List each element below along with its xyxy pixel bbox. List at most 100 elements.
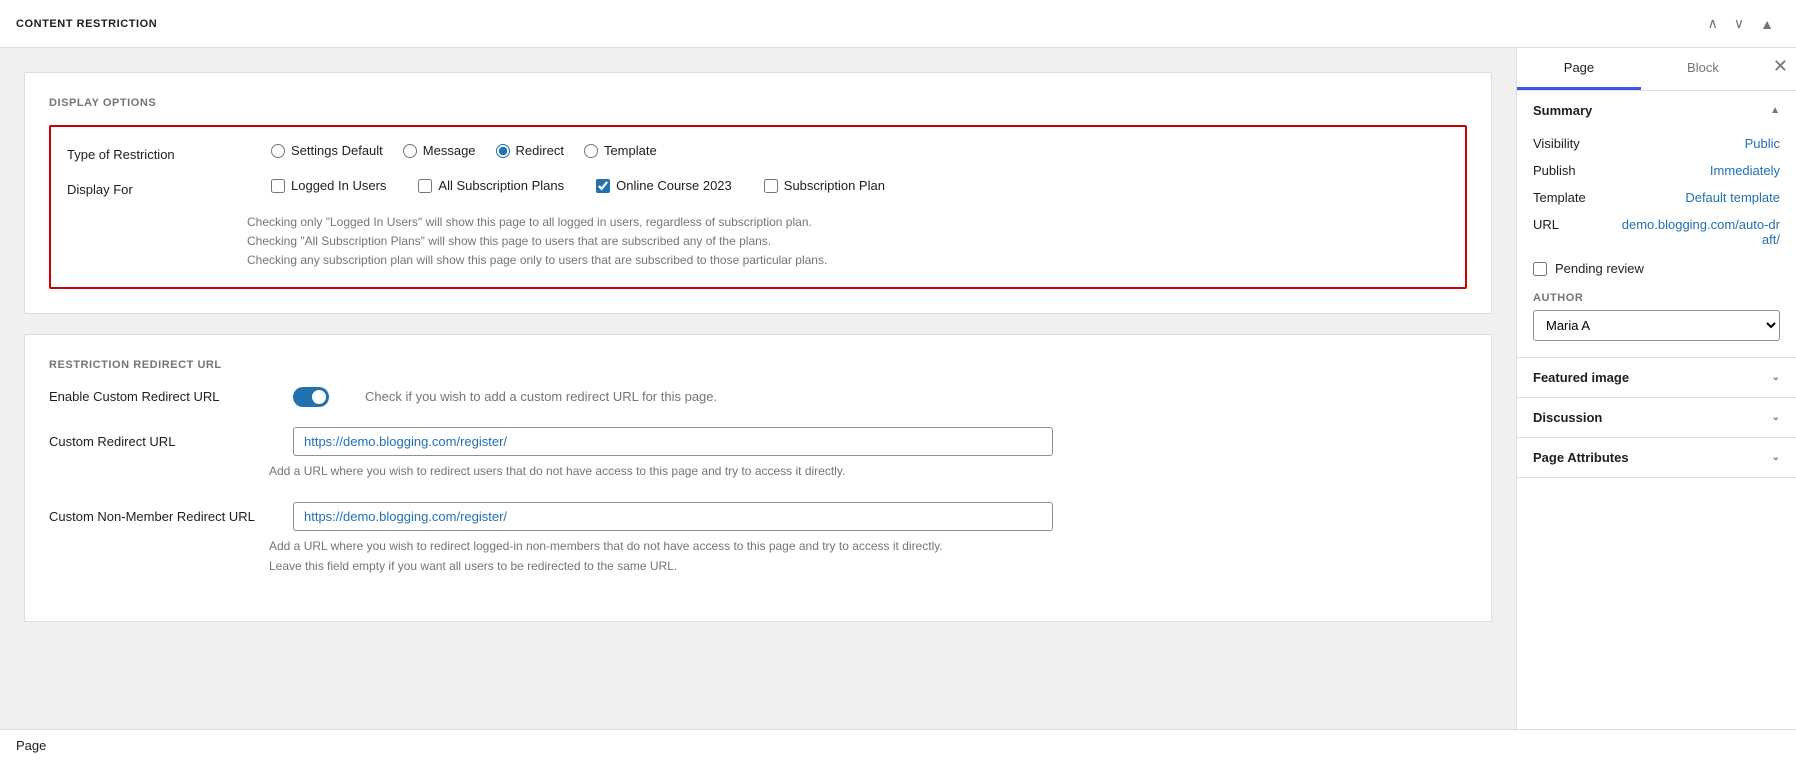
summary-label: Summary [1533, 103, 1592, 118]
template-label: Template [1533, 190, 1586, 205]
type-of-restriction-row: Type of Restriction Settings Default Mes… [67, 143, 1449, 162]
sidebar: Page Block ✕ Summary ▲ Visibility Public… [1516, 48, 1796, 729]
sidebar-tabs: Page Block ✕ [1517, 48, 1796, 91]
top-bar-controls: ∧ ∨ ▲ [1702, 11, 1780, 36]
visibility-row: Visibility Public [1533, 130, 1780, 157]
tab-block[interactable]: Block [1641, 48, 1765, 90]
checkbox-logged-in-input[interactable] [271, 179, 285, 193]
custom-redirect-input-wrap [293, 427, 1053, 456]
checkbox-subscription-plan[interactable]: Subscription Plan [764, 178, 885, 193]
checkbox-all-plans-label: All Subscription Plans [438, 178, 564, 193]
summary-section-header[interactable]: Summary ▲ [1517, 91, 1796, 130]
radio-message[interactable]: Message [403, 143, 476, 158]
summary-chevron-icon: ▲ [1770, 105, 1780, 116]
checkbox-logged-in[interactable]: Logged In Users [271, 178, 386, 193]
radio-redirect-input[interactable] [496, 144, 510, 158]
custom-redirect-block: Custom Redirect URL Add a URL where you … [49, 427, 1467, 478]
radio-settings-default-label: Settings Default [291, 143, 383, 158]
custom-redirect-label: Custom Redirect URL [49, 434, 269, 449]
publish-value[interactable]: Immediately [1710, 163, 1780, 178]
restriction-box: Type of Restriction Settings Default Mes… [49, 125, 1467, 289]
custom-nonmember-hint-1: Add a URL where you wish to redirect log… [269, 539, 1467, 553]
custom-redirect-input[interactable] [293, 427, 1053, 456]
checkbox-all-plans-input[interactable] [418, 179, 432, 193]
url-label: URL [1533, 217, 1559, 232]
custom-nonmember-block: Custom Non-Member Redirect URL Add a URL… [49, 502, 1467, 573]
hint-line-2: Checking "All Subscription Plans" will s… [247, 232, 1449, 251]
checkbox-online-course-label: Online Course 2023 [616, 178, 732, 193]
radio-settings-default-input[interactable] [271, 144, 285, 158]
redirect-card: RESTRICTION REDIRECT URL Enable Custom R… [24, 334, 1492, 622]
radio-redirect-label: Redirect [516, 143, 564, 158]
display-options-label: DISPLAY OPTIONS [49, 97, 1467, 109]
template-value[interactable]: Default template [1685, 190, 1780, 205]
display-for-row: Display For Logged In Users All Subscrip… [67, 178, 1449, 197]
top-bar: CONTENT RESTRICTION ∧ ∨ ▲ [0, 0, 1796, 48]
checkbox-online-course-input[interactable] [596, 179, 610, 193]
move-up-button[interactable]: ∧ [1702, 11, 1724, 36]
tab-page[interactable]: Page [1517, 48, 1641, 90]
featured-image-header[interactable]: Featured image ⌄ [1517, 358, 1796, 397]
close-button[interactable]: ✕ [1765, 48, 1796, 85]
hint-line-1: Checking only "Logged In Users" will sho… [247, 213, 1449, 232]
restriction-type-radio-group: Settings Default Message Redirect T [271, 143, 657, 158]
visibility-value[interactable]: Public [1745, 136, 1780, 151]
display-options-card: DISPLAY OPTIONS Type of Restriction Sett… [24, 72, 1492, 314]
page-attributes-chevron-icon: ⌄ [1772, 452, 1780, 463]
featured-image-chevron-icon: ⌄ [1772, 372, 1780, 383]
checkbox-subscription-plan-label: Subscription Plan [784, 178, 885, 193]
top-bar-title: CONTENT RESTRICTION [16, 18, 1702, 30]
main-content: DISPLAY OPTIONS Type of Restriction Sett… [0, 48, 1516, 729]
type-of-restriction-label: Type of Restriction [67, 143, 247, 162]
drag-handle-button[interactable]: ▲ [1754, 12, 1780, 36]
summary-section-body: Visibility Public Publish Immediately Te… [1517, 130, 1796, 357]
page-attributes-header[interactable]: Page Attributes ⌄ [1517, 438, 1796, 477]
hint-line-3: Checking any subscription plan will show… [247, 251, 1449, 270]
url-row: URL demo.blogging.com/auto-draft/ [1533, 211, 1780, 253]
custom-nonmember-row: Custom Non-Member Redirect URL [49, 502, 1467, 531]
custom-nonmember-input-wrap [293, 502, 1053, 531]
radio-message-input[interactable] [403, 144, 417, 158]
page-attributes-section: Page Attributes ⌄ [1517, 438, 1796, 478]
featured-image-label: Featured image [1533, 370, 1629, 385]
display-for-label: Display For [67, 178, 247, 197]
pending-review-row: Pending review [1533, 253, 1780, 284]
radio-settings-default[interactable]: Settings Default [271, 143, 383, 158]
redirect-section-label: RESTRICTION REDIRECT URL [49, 359, 1467, 371]
summary-section: Summary ▲ Visibility Public Publish Imme… [1517, 91, 1796, 358]
discussion-chevron-icon: ⌄ [1772, 412, 1780, 423]
author-select[interactable]: Maria A [1533, 310, 1780, 341]
publish-label: Publish [1533, 163, 1576, 178]
checkbox-subscription-plan-input[interactable] [764, 179, 778, 193]
hint-text: Checking only "Logged In Users" will sho… [247, 213, 1449, 271]
enable-custom-label: Enable Custom Redirect URL [49, 389, 269, 404]
radio-redirect[interactable]: Redirect [496, 143, 564, 158]
featured-image-section: Featured image ⌄ [1517, 358, 1796, 398]
checkbox-online-course[interactable]: Online Course 2023 [596, 178, 732, 193]
custom-nonmember-input[interactable] [293, 502, 1053, 531]
custom-redirect-row: Custom Redirect URL [49, 427, 1467, 456]
pending-review-label: Pending review [1555, 261, 1644, 276]
checkbox-all-plans[interactable]: All Subscription Plans [418, 178, 564, 193]
publish-row: Publish Immediately [1533, 157, 1780, 184]
radio-message-label: Message [423, 143, 476, 158]
bottom-bar: Page [0, 729, 1796, 761]
enable-custom-toggle[interactable] [293, 387, 329, 407]
page-attributes-label: Page Attributes [1533, 450, 1629, 465]
radio-template[interactable]: Template [584, 143, 657, 158]
discussion-header[interactable]: Discussion ⌄ [1517, 398, 1796, 437]
radio-template-input[interactable] [584, 144, 598, 158]
enable-custom-hint: Check if you wish to add a custom redire… [365, 389, 717, 404]
bottom-bar-label: Page [16, 738, 46, 753]
move-down-button[interactable]: ∨ [1728, 11, 1750, 36]
radio-template-label: Template [604, 143, 657, 158]
url-value[interactable]: demo.blogging.com/auto-draft/ [1620, 217, 1780, 247]
toggle-slider [293, 387, 329, 407]
enable-custom-row: Enable Custom Redirect URL Check if you … [49, 387, 1467, 407]
pending-review-checkbox[interactable] [1533, 262, 1547, 276]
display-for-checkbox-group: Logged In Users All Subscription Plans O… [271, 178, 885, 193]
layout: DISPLAY OPTIONS Type of Restriction Sett… [0, 48, 1796, 729]
discussion-section: Discussion ⌄ [1517, 398, 1796, 438]
custom-nonmember-hint-2: Leave this field empty if you want all u… [269, 559, 1467, 573]
custom-nonmember-label: Custom Non-Member Redirect URL [49, 509, 269, 524]
